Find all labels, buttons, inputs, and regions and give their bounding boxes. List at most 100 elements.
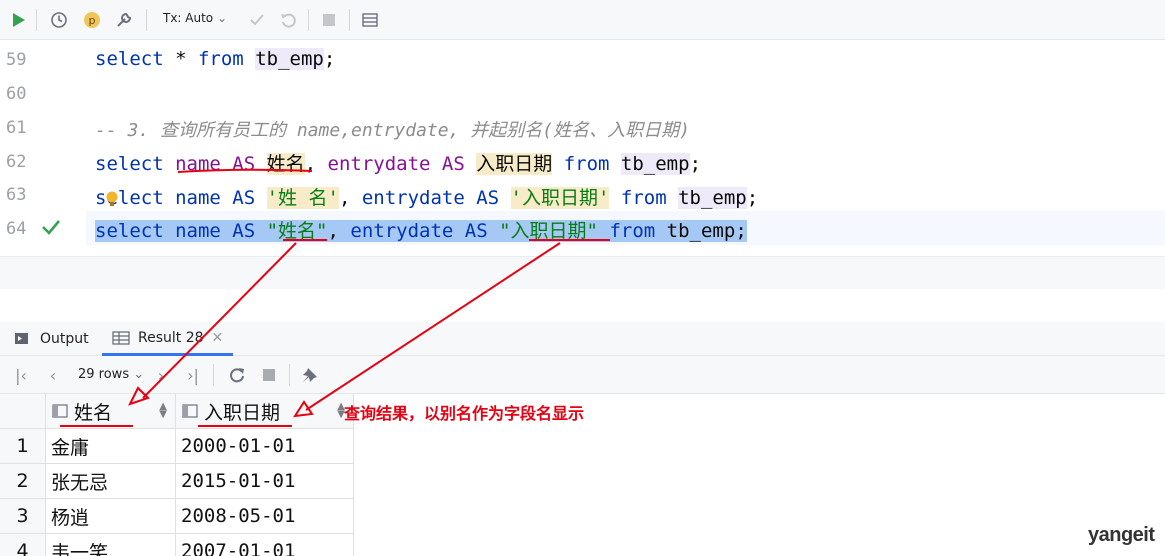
alias: 入职日期 [476,153,553,175]
alias: '姓 名' [266,187,339,209]
pin-button[interactable] [299,364,321,386]
pin-icon [303,368,317,382]
row-number[interactable]: 4 [0,534,46,556]
chevron-right-icon: › [157,365,165,385]
watermark: yangeit [1088,524,1155,546]
column-header[interactable]: 入职日期 ▲ ▼ [176,394,354,429]
code-line-61[interactable]: -- 3. 查询所有员工的 name,entrydate, 并起别名(姓名、入职… [95,116,690,142]
keyword: select [95,48,164,70]
rollback-button[interactable] [276,8,300,32]
table-cell[interactable]: 杨逍 [46,499,176,534]
alias: 姓名 [266,153,305,175]
first-page-icon: |‹ [15,365,27,385]
editor-panel-divider[interactable] [0,256,1165,289]
table-cell[interactable]: 韦一笑 [46,534,176,556]
success-check-icon [42,220,60,235]
table-name: tb_emp [620,153,690,175]
settings-button[interactable] [112,8,136,32]
code-text: entrydate AS [327,153,477,175]
line-number: 64 [6,219,27,239]
close-icon[interactable]: ✕ [212,330,224,346]
toolbar: p Tx: Auto ⌄ [0,0,1165,40]
line-number: 59 [6,50,27,70]
keyword: select [95,153,164,175]
commit-button[interactable] [245,8,269,32]
table-name: tb_emp [678,187,747,209]
code-line-64[interactable]: select name AS "姓名", entrydate AS "入职日期"… [95,216,747,243]
table-cell[interactable]: 张无忌 [46,464,176,499]
table-cell[interactable]: 2008-05-01 [176,499,354,534]
alias: "姓名" [266,220,328,242]
column-header[interactable]: 姓名 ▲ ▼ [46,394,176,429]
grid-view-button[interactable] [358,8,382,32]
keyword: from [197,48,244,70]
table-cell[interactable]: 2000-01-01 [176,429,354,464]
table-cell[interactable]: 2015-01-01 [176,464,354,499]
code-text: ; [746,187,759,209]
code-text: entrydate AS [350,220,500,242]
column-icon [52,404,68,418]
profiler-button[interactable]: p [80,8,104,32]
tab-result[interactable]: Result 28 ✕ [102,322,234,356]
code-text: entrydate AS [361,187,511,209]
annotation-note: 查询结果，以别名作为字段名显示 [344,404,585,423]
code-text: ; [323,48,336,70]
tx-mode-label: Tx: Auto [163,11,214,25]
keyword: from [609,220,656,242]
transaction-mode-dropdown[interactable]: Tx: Auto ⌄ [163,11,227,25]
row-number[interactable]: 2 [0,464,46,499]
prev-page-button[interactable]: ‹ [42,364,64,386]
first-page-button[interactable]: |‹ [10,364,32,386]
code-text: name AS [175,187,267,209]
refresh-icon [230,368,244,383]
table-name: tb_emp [666,220,736,242]
code-text: * [163,48,198,70]
clock-icon [51,12,67,28]
alias: "入职日期" [499,220,598,242]
code-text: name AS [175,153,267,175]
rows-dropdown[interactable]: 29 rows ⌄ [78,367,144,382]
keyword: from [620,187,667,209]
wrench-icon [117,12,132,27]
column-header-label: 入职日期 [204,401,281,424]
last-page-icon: ›| [187,365,199,385]
table-cell[interactable]: 金庸 [46,429,176,464]
alias: '入职日期' [510,187,610,209]
code-text: , [327,220,351,242]
last-page-button[interactable]: ›| [182,364,204,386]
tab-label: Output [40,331,89,347]
code-text: , [338,187,362,209]
chevron-down-icon: ⌄ [133,367,145,382]
table-icon [112,330,130,345]
stop-button[interactable] [317,8,341,32]
row-number[interactable]: 3 [0,499,46,534]
column-header-label: 姓名 [74,401,113,424]
intention-bulb-icon[interactable] [105,190,119,208]
code-line-59[interactable]: select * from tb_emp; [95,48,335,70]
stop-query-button[interactable] [258,364,280,386]
sql-editor[interactable]: 59 60 61 62 63 64 select * from tb_emp; … [0,40,1165,256]
line-number: 63 [6,185,27,205]
run-button[interactable] [6,8,30,32]
output-icon [15,333,28,344]
history-button[interactable] [47,8,71,32]
next-page-button[interactable]: › [150,364,172,386]
svg-text:p: p [89,14,96,27]
result-navigation: |‹ ‹ 29 rows ⌄ › ›| [0,356,1165,394]
table-cell[interactable]: 2007-01-01 [176,534,354,556]
code-line-62[interactable]: select name AS 姓名, entrydate AS 入职日期 fro… [95,149,701,176]
stop-icon [323,14,335,26]
result-tabs: Output Result 28 ✕ [0,322,1165,356]
p-badge-icon: p [84,12,100,28]
code-line-63[interactable]: select name AS '姓 名', entrydate AS '入职日期… [95,183,758,210]
tab-output[interactable]: Output [14,322,89,356]
line-number: 61 [6,118,27,138]
code-text: ; [735,220,747,242]
play-icon [13,13,25,27]
tab-label: Result 28 [138,329,204,346]
check-icon [250,14,264,26]
refresh-button[interactable] [226,364,248,386]
row-number[interactable]: 1 [0,429,46,464]
sort-icon[interactable]: ▲ ▼ [159,402,167,420]
line-number: 62 [6,152,27,172]
